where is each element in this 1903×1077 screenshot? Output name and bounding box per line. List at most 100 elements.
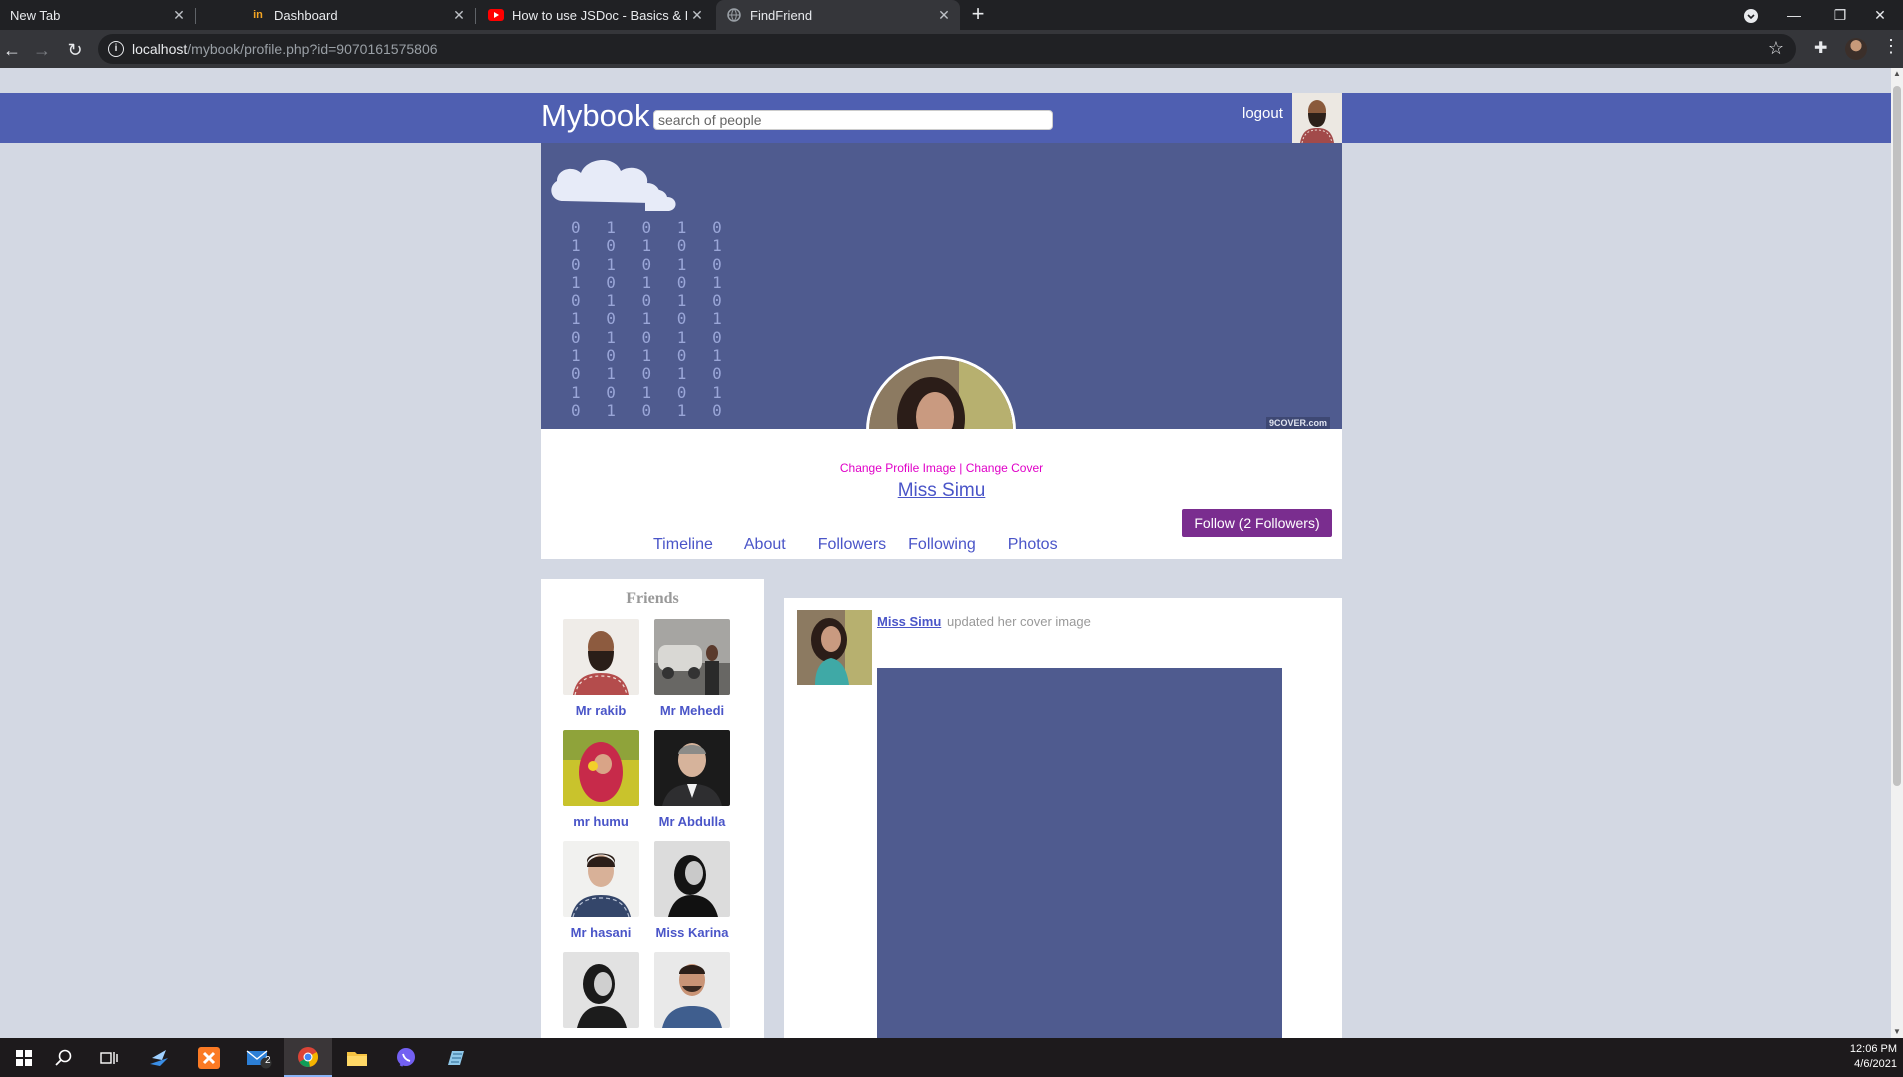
friend-card[interactable]: Miss Karina bbox=[647, 841, 737, 940]
scrollbar-thumb[interactable] bbox=[1893, 86, 1901, 786]
app-icon[interactable] bbox=[135, 1038, 183, 1077]
page-scrollbar[interactable]: ▲ ▼ bbox=[1891, 68, 1903, 1038]
bookmark-star-icon[interactable]: ☆ bbox=[1768, 38, 1784, 59]
youtube-icon bbox=[488, 7, 504, 23]
browser-profile-avatar[interactable] bbox=[1845, 38, 1867, 60]
browser-menu-icon[interactable]: ⋮ bbox=[1882, 36, 1900, 57]
browser-tab-strip: New Tab ✕ in Dashboard ✕ How to use JSDo… bbox=[0, 0, 1903, 30]
clock-time: 12:06 PM bbox=[1849, 1043, 1897, 1055]
page-viewport: Mybook logout 0 1 0 1 0 1 0 1 0 1 0 1 0 … bbox=[0, 68, 1903, 1038]
chrome-icon[interactable] bbox=[284, 1038, 332, 1077]
windows-taskbar: 2 12:06 PM 4/6/2021 bbox=[0, 1038, 1903, 1077]
friend-card[interactable]: Mr hasani bbox=[556, 841, 646, 940]
friend-name[interactable]: Mr rakib bbox=[556, 703, 646, 718]
scroll-up-arrow-icon[interactable]: ▲ bbox=[1891, 68, 1903, 80]
tab-followers[interactable]: Followers bbox=[818, 536, 886, 554]
reload-button[interactable]: ↻ bbox=[63, 38, 87, 62]
friends-title: Friends bbox=[626, 590, 679, 607]
follow-button[interactable]: Follow (2 Followers) bbox=[1182, 509, 1332, 537]
link-separator: | bbox=[959, 461, 963, 475]
tab-title: Dashboard bbox=[274, 7, 338, 23]
xampp-icon[interactable] bbox=[185, 1038, 233, 1077]
friend-card[interactable] bbox=[556, 952, 646, 1036]
friend-avatar[interactable] bbox=[654, 952, 730, 1028]
in-logo-icon: in bbox=[253, 9, 263, 21]
tab-photos[interactable]: Photos bbox=[1008, 536, 1058, 554]
close-icon[interactable]: ✕ bbox=[689, 7, 705, 23]
profile-menu: Timeline About Followers Following Photo… bbox=[653, 536, 1058, 554]
back-button[interactable]: ← bbox=[0, 38, 24, 62]
tab-jsdoc-video[interactable]: How to use JSDoc - Basics & Intr ✕ bbox=[478, 0, 713, 30]
friend-avatar[interactable] bbox=[563, 619, 639, 695]
friend-card[interactable] bbox=[647, 952, 737, 1036]
site-header: Mybook logout bbox=[0, 93, 1891, 143]
system-clock[interactable]: 12:06 PM 4/6/2021 bbox=[1850, 1042, 1897, 1072]
post-author-link[interactable]: Miss Simu bbox=[877, 614, 941, 629]
new-tab-button[interactable]: + bbox=[966, 3, 990, 27]
friends-panel: Friends Mr rakib Mr Mehedi mr humu Mr Ab… bbox=[541, 579, 764, 1038]
logout-link[interactable]: logout bbox=[1242, 105, 1283, 122]
viber-icon[interactable] bbox=[382, 1038, 430, 1077]
tab-title: New Tab bbox=[10, 7, 61, 23]
friend-name[interactable]: Mr Mehedi bbox=[647, 703, 737, 718]
tab-dashboard[interactable]: in Dashboard ✕ bbox=[240, 0, 476, 30]
url-text[interactable]: localhost/mybook/profile.php?id=90701615… bbox=[132, 41, 438, 57]
task-view-icon[interactable] bbox=[85, 1038, 133, 1077]
forward-button[interactable]: → bbox=[30, 38, 54, 62]
tab-separator bbox=[475, 8, 476, 24]
mail-badge: 2 bbox=[265, 1055, 271, 1066]
friend-card[interactable]: Mr Mehedi bbox=[647, 619, 737, 718]
info-icon[interactable]: i bbox=[108, 41, 124, 57]
search-icon[interactable] bbox=[40, 1038, 88, 1077]
friend-name[interactable]: Mr hasani bbox=[556, 925, 646, 940]
close-icon[interactable]: ✕ bbox=[171, 7, 187, 23]
close-window-button[interactable]: ✕ bbox=[1857, 0, 1903, 30]
friend-name[interactable]: Mr Abdulla bbox=[647, 814, 737, 829]
minimize-button[interactable]: — bbox=[1771, 0, 1817, 30]
tab-title: FindFriend bbox=[750, 7, 813, 23]
close-icon[interactable]: ✕ bbox=[451, 7, 467, 23]
tab-timeline[interactable]: Timeline bbox=[653, 536, 713, 554]
post-cover-image[interactable] bbox=[877, 668, 1282, 1038]
file-explorer-icon[interactable] bbox=[333, 1038, 381, 1077]
mail-icon[interactable]: 2 bbox=[235, 1038, 283, 1077]
tab-separator bbox=[195, 8, 196, 24]
close-icon[interactable]: ✕ bbox=[936, 7, 952, 23]
friend-card[interactable]: Mr Abdulla bbox=[647, 730, 737, 829]
address-bar[interactable]: i localhost/mybook/profile.php?id=907016… bbox=[98, 34, 1796, 64]
friend-avatar[interactable] bbox=[563, 730, 639, 806]
friend-avatar[interactable] bbox=[563, 952, 639, 1028]
browser-toolbar: ← → ↻ i localhost/mybook/profile.php?id=… bbox=[0, 30, 1903, 68]
notepad-icon[interactable] bbox=[431, 1038, 479, 1077]
friend-avatar[interactable] bbox=[654, 730, 730, 806]
tab-title: How to use JSDoc - Basics & Intr bbox=[512, 7, 687, 23]
friend-card[interactable]: Mr rakib bbox=[556, 619, 646, 718]
search-input[interactable] bbox=[653, 110, 1053, 130]
chevron-down-icon bbox=[1744, 9, 1758, 24]
tab-findfriend[interactable]: FindFriend ✕ bbox=[716, 0, 960, 30]
scroll-down-arrow-icon[interactable]: ▼ bbox=[1891, 1026, 1903, 1038]
friend-card[interactable]: mr humu bbox=[556, 730, 646, 829]
friend-avatar[interactable] bbox=[563, 841, 639, 917]
site-logo[interactable]: Mybook bbox=[541, 98, 650, 134]
friend-avatar[interactable] bbox=[654, 619, 730, 695]
profile-panel: Change Profile Image | Change Cover Miss… bbox=[541, 429, 1342, 559]
post-author-avatar[interactable] bbox=[797, 610, 872, 685]
tab-search-button[interactable] bbox=[1728, 0, 1774, 30]
friend-name[interactable]: mr humu bbox=[556, 814, 646, 829]
profile-name[interactable]: Miss Simu bbox=[541, 480, 1342, 502]
change-cover-link[interactable]: Change Cover bbox=[966, 461, 1043, 475]
friend-avatar[interactable] bbox=[654, 841, 730, 917]
change-profile-image-link[interactable]: Change Profile Image bbox=[840, 461, 956, 475]
globe-icon bbox=[726, 7, 742, 23]
cover-watermark: 9COVER.com bbox=[1265, 417, 1330, 429]
tab-about[interactable]: About bbox=[744, 536, 786, 554]
extensions-puzzle-icon[interactable]: ✚ bbox=[1814, 38, 1827, 58]
current-user-avatar[interactable] bbox=[1292, 93, 1342, 143]
binary-rain: 0 1 0 1 0 1 0 1 0 1 0 1 0 1 0 1 0 1 0 1 … bbox=[571, 218, 730, 420]
friend-name[interactable]: Miss Karina bbox=[647, 925, 737, 940]
tab-following[interactable]: Following bbox=[908, 536, 976, 554]
cloud-icon bbox=[551, 159, 676, 211]
clock-date: 4/6/2021 bbox=[1854, 1058, 1897, 1070]
tab-new-tab[interactable]: New Tab ✕ bbox=[0, 0, 196, 30]
